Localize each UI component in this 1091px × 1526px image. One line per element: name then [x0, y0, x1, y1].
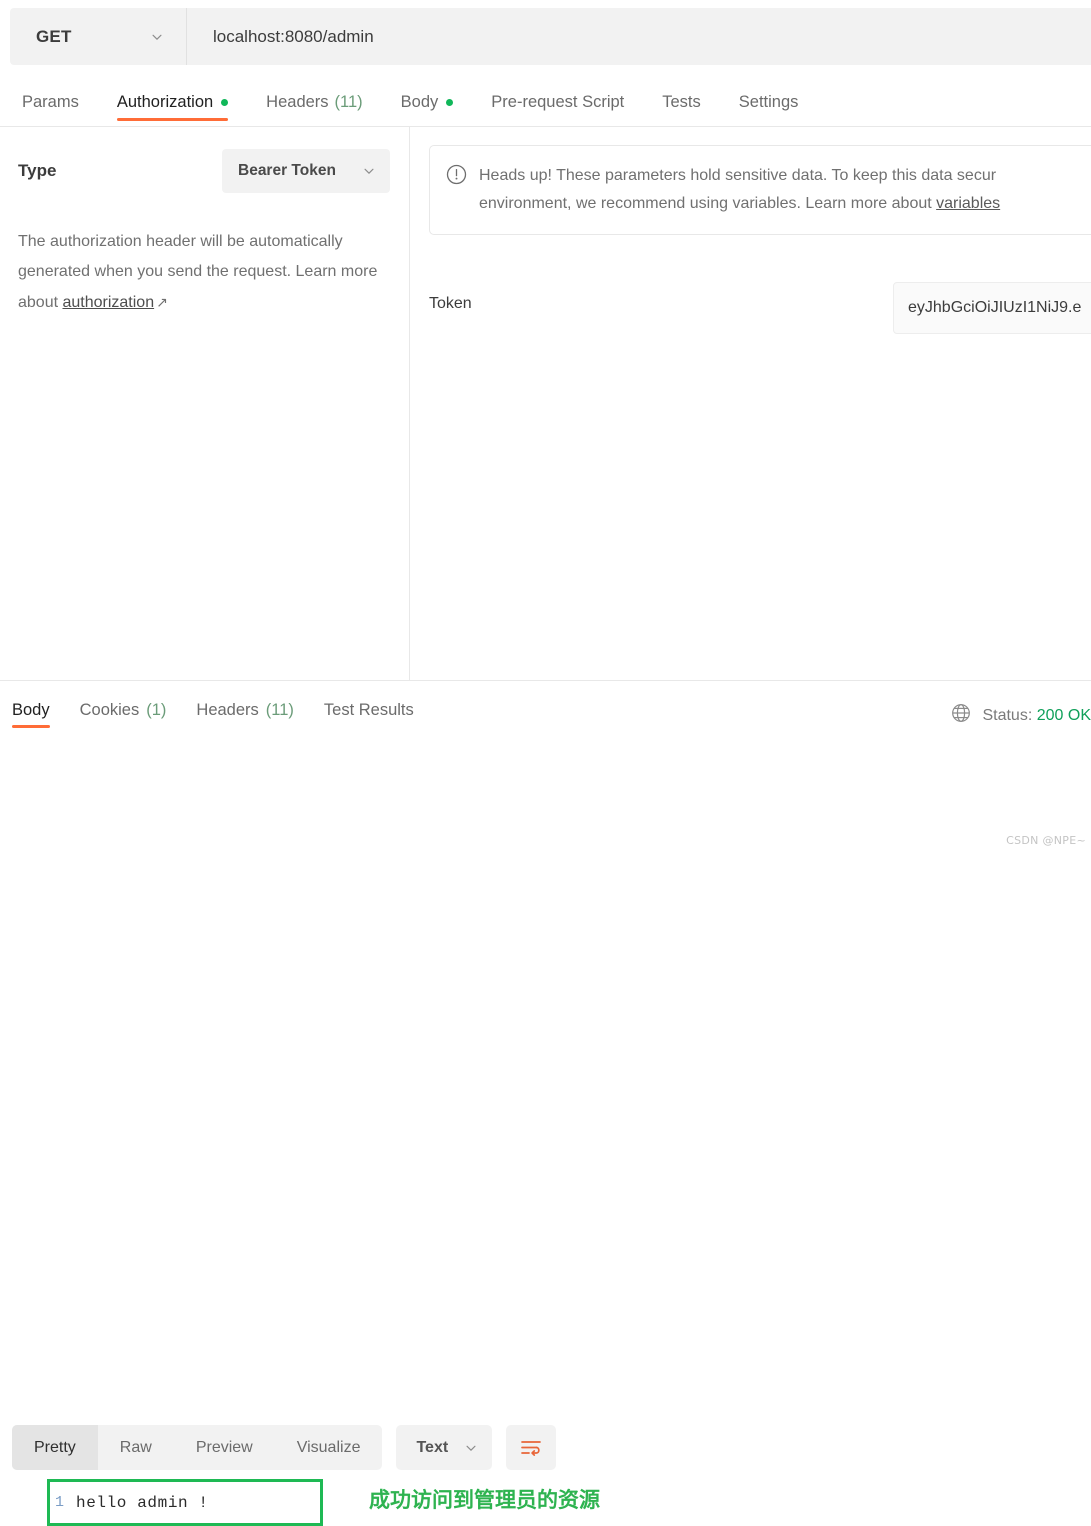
request-url-bar: GET localhost:8080/admin: [10, 8, 1091, 65]
tab-settings[interactable]: Settings: [739, 78, 799, 120]
tab-authorization[interactable]: Authorization: [116, 78, 229, 121]
tab-count: (11): [334, 92, 363, 111]
response-status-area: Status: 200 OK: [950, 702, 1091, 729]
segment-label: Raw: [119, 1438, 152, 1456]
tab-label: Tests: [662, 92, 701, 111]
auth-details-pane: Heads up! These parameters hold sensitiv…: [411, 127, 1091, 680]
token-input[interactable]: eyJhbGciOiJIUzI1NiJ9.e: [893, 282, 1091, 334]
token-row: Token eyJhbGciOiJIUzI1NiJ9.e: [429, 282, 1091, 334]
response-body-code[interactable]: 1 hello admin !: [47, 1479, 323, 1526]
sensitive-data-warning: Heads up! These parameters hold sensitiv…: [429, 145, 1091, 235]
http-method-label: GET: [36, 26, 72, 46]
response-tab-body[interactable]: Body: [12, 692, 50, 728]
response-tab-cookies[interactable]: Cookies (1): [80, 692, 167, 728]
alert-circle-icon: [446, 164, 467, 218]
wrap-text-button[interactable]: [506, 1425, 557, 1470]
variables-link[interactable]: variables: [936, 195, 1000, 212]
response-view-toolbar: Pretty Raw Preview Visualize Text: [12, 1425, 557, 1470]
wrap-text-icon: [521, 1440, 542, 1456]
globe-icon: [950, 702, 972, 729]
tab-tests[interactable]: Tests: [662, 78, 701, 120]
segment-pretty[interactable]: Pretty: [12, 1425, 98, 1470]
token-label: Token: [429, 295, 472, 312]
http-method-selector[interactable]: GET: [10, 8, 187, 65]
response-tab-test-results[interactable]: Test Results: [324, 692, 414, 728]
tab-label: Authorization: [116, 92, 214, 111]
tab-label: Test Results: [323, 700, 414, 719]
auth-type-dropdown[interactable]: Bearer Token: [222, 149, 390, 193]
authorization-link[interactable]: authorization: [62, 294, 154, 311]
tab-headers[interactable]: Headers (11): [266, 78, 363, 120]
line-number: 1: [55, 1494, 65, 1511]
external-link-icon: ↗: [156, 294, 168, 310]
warning-text: Heads up! These parameters hold sensitiv…: [479, 162, 1000, 218]
warning-line-1: Heads up! These parameters hold sensitiv…: [479, 167, 997, 184]
unsaved-indicator-dot: [221, 98, 229, 106]
chevron-down-icon: [466, 1445, 476, 1451]
auth-type-value: Bearer Token: [238, 162, 336, 179]
tab-label: Body: [12, 700, 50, 719]
tab-params[interactable]: Params: [22, 78, 79, 120]
url-input[interactable]: localhost:8080/admin: [187, 8, 1091, 65]
auth-description: The authorization header will be automat…: [18, 227, 392, 318]
url-text: localhost:8080/admin: [213, 26, 374, 46]
watermark: CSDN @NPE~: [1006, 834, 1086, 847]
status-text: Status: 200 OK: [982, 707, 1091, 725]
response-language-dropdown[interactable]: Text: [396, 1425, 493, 1470]
annotation-text: 成功访问到管理员的资源: [369, 1488, 600, 1512]
request-content-area: Type Bearer Token The authorization head…: [0, 127, 1091, 680]
tab-count: (11): [265, 700, 294, 719]
segment-label: Pretty: [34, 1438, 76, 1456]
segment-label: Preview: [195, 1438, 253, 1456]
warning-line-2: environment, we recommend using variable…: [479, 190, 1000, 218]
response-body-text: hello admin !: [76, 1493, 209, 1512]
tab-label: Headers: [266, 92, 329, 111]
segment-preview[interactable]: Preview: [174, 1425, 275, 1470]
request-tabs: Params Authorization Headers (11) Body P…: [0, 78, 1091, 127]
status-code: 200 OK: [1036, 706, 1091, 724]
tab-label: Settings: [738, 92, 799, 111]
chevron-down-icon: [152, 34, 162, 40]
unsaved-indicator-dot: [446, 98, 454, 106]
status-prefix: Status:: [982, 706, 1033, 724]
tab-body[interactable]: Body: [401, 78, 454, 120]
tab-label: Body: [400, 92, 439, 111]
response-tab-headers[interactable]: Headers (11): [196, 692, 294, 728]
response-pane: Body Cookies (1) Headers (11) Test Resul…: [0, 680, 1091, 1526]
chevron-down-icon: [364, 168, 374, 174]
tab-label: Params: [22, 92, 79, 111]
tab-label: Cookies: [79, 700, 140, 719]
tab-label: Headers: [196, 700, 259, 719]
segment-raw[interactable]: Raw: [98, 1425, 174, 1470]
response-format-segments: Pretty Raw Preview Visualize: [12, 1425, 383, 1470]
tab-count: (1): [146, 700, 167, 719]
tab-pre-request-script[interactable]: Pre-request Script: [491, 78, 624, 120]
segment-visualize[interactable]: Visualize: [275, 1425, 383, 1470]
tab-label: Pre-request Script: [491, 92, 625, 111]
token-value: eyJhbGciOiJIUzI1NiJ9.e: [908, 299, 1082, 316]
auth-type-pane: Type Bearer Token The authorization head…: [0, 127, 410, 680]
auth-type-label: Type: [18, 161, 57, 180]
segment-label: Visualize: [296, 1438, 361, 1456]
response-tabs: Body Cookies (1) Headers (11) Test Resul…: [0, 690, 1091, 730]
warning-line-2-prefix: environment, we recommend using variable…: [479, 195, 937, 212]
response-language-value: Text: [416, 1438, 449, 1456]
auth-type-row: Type Bearer Token: [18, 149, 390, 193]
